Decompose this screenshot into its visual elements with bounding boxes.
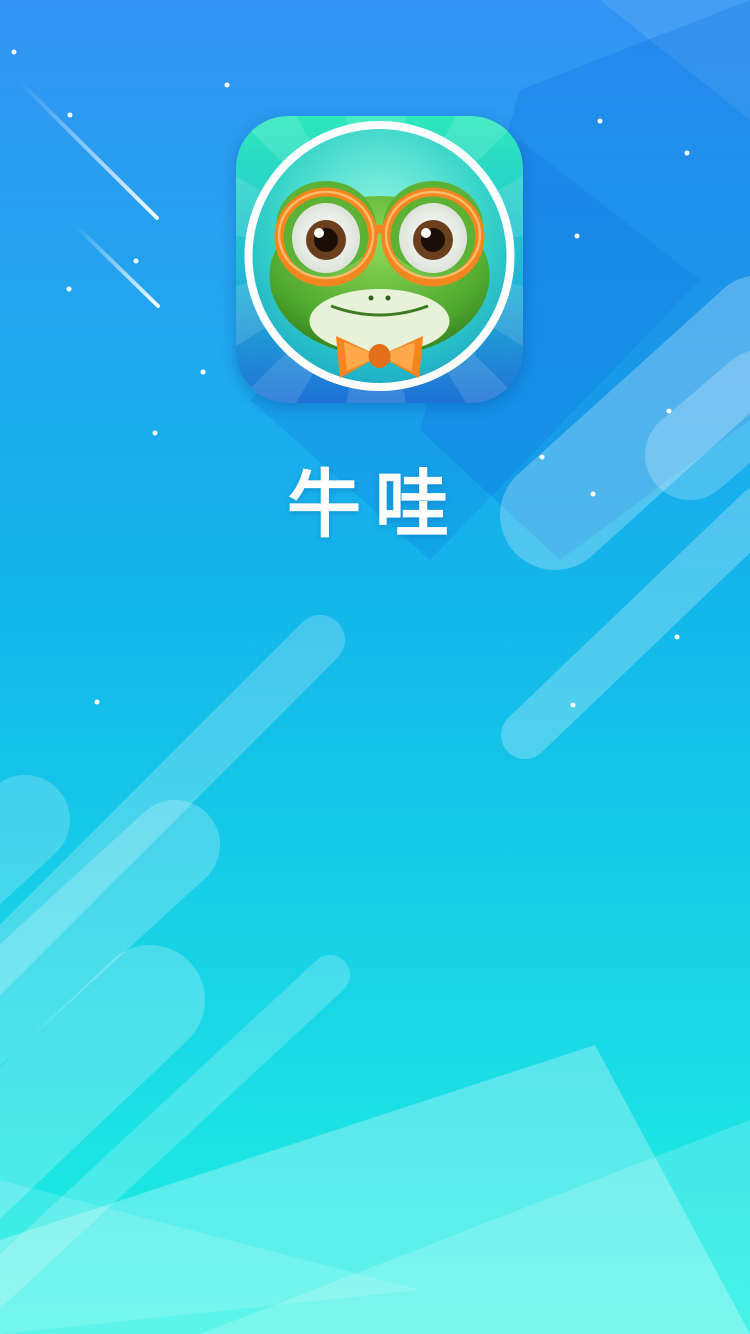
frog-with-glasses-icon	[236, 116, 523, 403]
app-name: 牛哇	[287, 462, 463, 548]
splash-screen: 牛哇	[0, 0, 750, 1334]
